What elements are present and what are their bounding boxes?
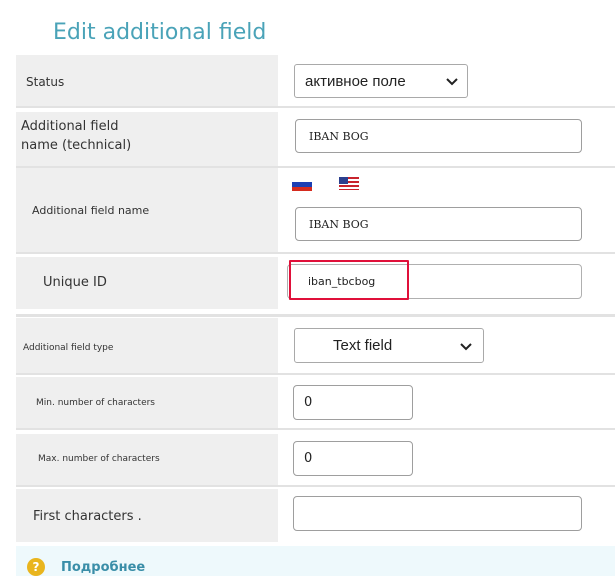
chevron-down-icon — [446, 78, 458, 86]
field-type-label: Additional field type — [23, 343, 114, 353]
max-chars-label: Max. number of characters — [38, 454, 160, 464]
flag-ru-icon[interactable] — [292, 178, 312, 191]
min-chars-label: Min. number of characters — [36, 398, 155, 408]
help-icon[interactable]: ? — [27, 558, 45, 576]
unique-id-row: Unique ID iban_tbcbog — [16, 257, 615, 309]
technical-name-input[interactable]: IBAN BOG — [295, 119, 582, 153]
status-select-value: активное поле — [305, 73, 406, 90]
min-chars-input[interactable]: 0 — [293, 385, 413, 420]
display-name-input[interactable]: IBAN BOG — [295, 207, 582, 241]
technical-name-value: IBAN BOG — [309, 130, 369, 143]
more-info-link[interactable]: Подробнее — [61, 560, 145, 575]
status-row: Status активное поле — [16, 55, 615, 106]
divider — [16, 485, 615, 487]
highlight-box — [289, 260, 409, 300]
display-name-row: Additional field name IBAN BOG — [16, 168, 615, 252]
divider — [16, 314, 615, 317]
max-chars-value: 0 — [304, 451, 313, 466]
more-info-bar: ? Подробнее — [16, 546, 615, 576]
field-type-row: Additional field type Text field — [16, 318, 615, 373]
min-chars-value: 0 — [304, 395, 313, 410]
field-type-select[interactable]: Text field — [294, 328, 484, 363]
first-chars-input[interactable] — [293, 496, 582, 531]
page-title: Edit additional field — [53, 20, 267, 45]
divider — [16, 373, 615, 375]
divider — [16, 252, 615, 254]
max-chars-row: Max. number of characters 0 — [16, 434, 615, 485]
display-name-label: Additional field name — [32, 204, 150, 217]
flag-us-icon[interactable] — [339, 177, 359, 190]
unique-id-label: Unique ID — [43, 275, 107, 290]
technical-name-label-line2: name (technical) — [21, 138, 132, 153]
min-chars-row: Min. number of characters 0 — [16, 377, 615, 428]
field-type-select-value: Text field — [333, 337, 393, 354]
status-label: Status — [26, 75, 65, 89]
divider — [16, 106, 615, 108]
divider — [16, 428, 615, 430]
status-select[interactable]: активное поле — [294, 64, 468, 98]
technical-name-row: Additional field name (technical) IBAN B… — [16, 112, 615, 166]
max-chars-input[interactable]: 0 — [293, 441, 413, 476]
technical-name-label-line1: Additional field — [21, 119, 119, 134]
first-chars-row: First characters . — [16, 489, 615, 542]
first-chars-label: First characters . — [33, 509, 142, 524]
display-name-value: IBAN BOG — [309, 218, 369, 231]
chevron-down-icon — [460, 343, 472, 351]
